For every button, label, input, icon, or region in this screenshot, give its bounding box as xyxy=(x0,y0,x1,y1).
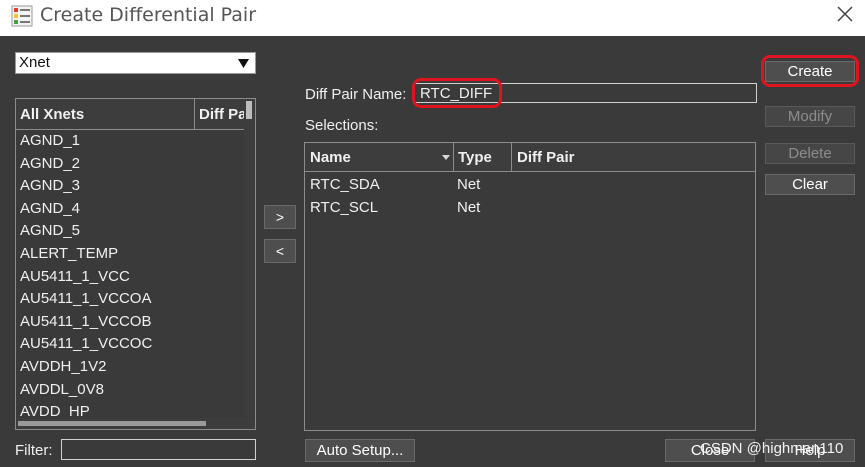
app-icon xyxy=(11,5,33,27)
object-type-value: Xnet xyxy=(19,54,50,71)
cell-type: Net xyxy=(457,176,481,193)
window-title: Create Differential Pair xyxy=(40,4,257,26)
list-item[interactable]: AGND_3 xyxy=(16,175,244,198)
list-item[interactable]: ALERT_TEMP xyxy=(16,243,244,266)
cell-name: RTC_SCL xyxy=(310,199,379,216)
vertical-scroll-thumb[interactable] xyxy=(246,101,252,119)
object-type-dropdown[interactable]: Xnet xyxy=(15,52,256,74)
column-divider[interactable] xyxy=(511,143,512,172)
column-header-all-xnets[interactable]: All Xnets xyxy=(20,106,84,123)
column-header-diff-pair[interactable]: Diff Pair xyxy=(199,106,245,123)
selections-table[interactable]: Name Type Diff Pair RTC_SDA Net RTC_SCL … xyxy=(304,142,756,431)
xnet-list[interactable]: All Xnets Diff Pair AGND_1 AGND_2 AGND_3… xyxy=(15,98,256,430)
vertical-scrollbar[interactable] xyxy=(244,99,255,417)
delete-button[interactable]: Delete xyxy=(765,143,855,164)
selections-table-header: Name Type Diff Pair xyxy=(305,143,755,172)
filter-input[interactable] xyxy=(61,439,256,460)
column-header-type[interactable]: Type xyxy=(458,149,492,166)
selections-label: Selections: xyxy=(305,117,379,134)
list-item[interactable]: AU5411_1_VCC xyxy=(16,266,244,289)
column-header-name[interactable]: Name xyxy=(310,149,351,166)
list-item[interactable]: AU5411_1_VCCOB xyxy=(16,311,244,334)
list-item[interactable]: AVDDH_1V2 xyxy=(16,356,244,379)
cell-name: RTC_SDA xyxy=(310,176,380,193)
remove-from-selection-button[interactable]: < xyxy=(264,239,296,263)
horizontal-scroll-thumb[interactable] xyxy=(18,421,206,426)
filter-label: Filter: xyxy=(15,442,53,459)
list-item[interactable]: AGND_2 xyxy=(16,153,244,176)
cell-type: Net xyxy=(457,199,481,216)
list-item[interactable]: AGND_4 xyxy=(16,198,244,221)
help-button[interactable]: Help xyxy=(765,439,855,462)
modify-button[interactable]: Modify xyxy=(765,106,855,127)
diff-pair-name-label: Diff Pair Name: xyxy=(305,86,407,103)
column-divider[interactable] xyxy=(194,99,195,130)
sort-descending-icon xyxy=(442,155,450,160)
list-item[interactable]: AGND_5 xyxy=(16,220,244,243)
list-item[interactable]: AGND_1 xyxy=(16,130,244,153)
clear-button[interactable]: Clear xyxy=(765,174,855,195)
add-to-selection-button[interactable]: > xyxy=(264,205,296,229)
list-item[interactable]: AU5411_1_VCCOC xyxy=(16,333,244,356)
horizontal-scrollbar[interactable] xyxy=(16,418,255,429)
close-button[interactable]: Close xyxy=(665,439,755,462)
table-row[interactable]: RTC_SCL Net xyxy=(305,197,755,219)
column-divider[interactable] xyxy=(453,143,454,172)
auto-setup-button[interactable]: Auto Setup... xyxy=(305,439,415,462)
close-icon[interactable] xyxy=(833,2,857,26)
xnet-list-header: All Xnets Diff Pair xyxy=(16,99,254,130)
column-header-diff-pair[interactable]: Diff Pair xyxy=(517,149,575,166)
diff-pair-name-input[interactable] xyxy=(413,83,757,103)
xnet-rows: AGND_1 AGND_2 AGND_3 AGND_4 AGND_5 ALERT… xyxy=(16,130,244,424)
chevron-down-icon xyxy=(238,59,249,68)
list-item[interactable]: AU5411_1_VCCOA xyxy=(16,288,244,311)
create-button[interactable]: Create xyxy=(765,61,855,82)
list-item[interactable]: AVDDL_0V8 xyxy=(16,379,244,402)
table-row[interactable]: RTC_SDA Net xyxy=(305,174,755,196)
